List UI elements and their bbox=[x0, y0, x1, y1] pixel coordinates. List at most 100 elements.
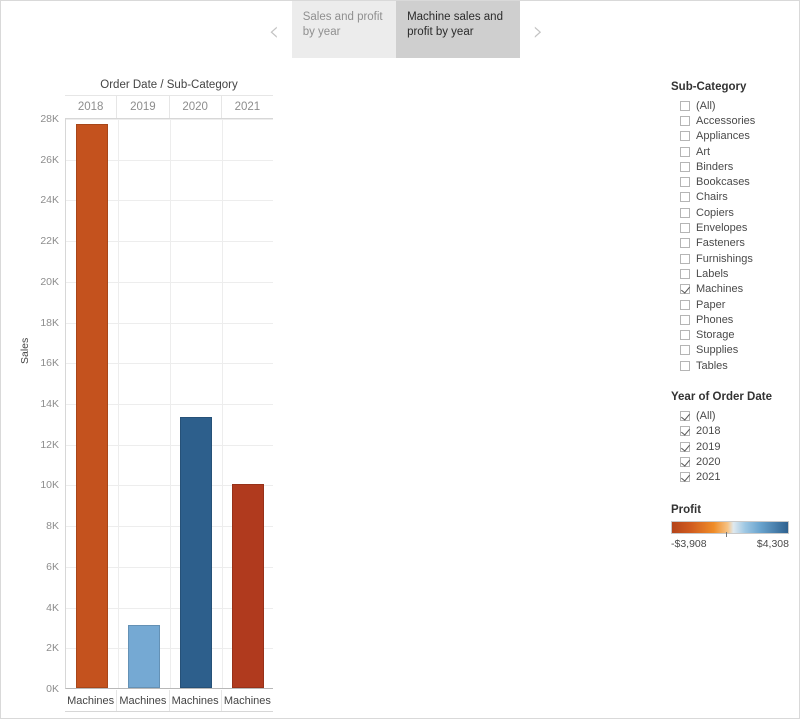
checkbox-icon[interactable] bbox=[680, 131, 690, 141]
checkbox-icon[interactable] bbox=[680, 330, 690, 340]
filter-item-label: Tables bbox=[696, 360, 728, 372]
chevron-right-icon[interactable]: › bbox=[520, 1, 556, 61]
y-axis-tick-label: 26K bbox=[40, 154, 59, 166]
year-item-2021[interactable]: 2021 bbox=[671, 470, 795, 485]
filter-item-label: 2020 bbox=[696, 456, 720, 468]
checkbox-icon[interactable] bbox=[680, 147, 690, 157]
subcategory-item-furnishings[interactable]: Furnishings bbox=[671, 251, 795, 266]
filter-item-label: 2019 bbox=[696, 441, 720, 453]
y-axis-tick-label: 6K bbox=[46, 561, 59, 573]
filter-item-label: Binders bbox=[696, 161, 733, 173]
column-header-years: 2018201920202021 bbox=[65, 96, 273, 118]
checkbox-icon[interactable] bbox=[680, 284, 690, 294]
year-item-2020[interactable]: 2020 bbox=[671, 454, 795, 469]
checkbox-icon[interactable] bbox=[680, 315, 690, 325]
bar-mark[interactable] bbox=[232, 484, 263, 688]
y-axis-tick-label: 2K bbox=[46, 642, 59, 654]
checkbox-icon[interactable] bbox=[680, 254, 690, 264]
year-item-2018[interactable]: 2018 bbox=[671, 424, 795, 439]
subcategory-item-appliances[interactable]: Appliances bbox=[671, 129, 795, 144]
profit-gradient-bar[interactable] bbox=[671, 521, 789, 534]
checkbox-icon[interactable] bbox=[680, 208, 690, 218]
subcategory-item-phones[interactable]: Phones bbox=[671, 312, 795, 327]
checkbox-icon[interactable] bbox=[680, 101, 690, 111]
filter-item-label: (All) bbox=[696, 100, 716, 112]
checkbox-icon[interactable] bbox=[680, 269, 690, 279]
bar-chart-panel: Order Date / Sub-Category 20182019202020… bbox=[21, 74, 273, 719]
gridline-vertical bbox=[170, 119, 171, 688]
profit-gradient bbox=[672, 522, 788, 533]
checkbox-icon[interactable] bbox=[680, 192, 690, 202]
subcategory-item-labels[interactable]: Labels bbox=[671, 266, 795, 281]
y-axis-tick-label: 0K bbox=[46, 683, 59, 695]
checkbox-icon[interactable] bbox=[680, 442, 690, 452]
story-tab-sales-and-profit-by-year[interactable]: Sales and profit by year bbox=[292, 1, 396, 58]
story-tab-label: Machine sales and profit by year bbox=[407, 11, 503, 38]
subcategory-item-copiers[interactable]: Copiers bbox=[671, 205, 795, 220]
subcategory-item-tables[interactable]: Tables bbox=[671, 358, 795, 373]
y-axis-tick-label: 8K bbox=[46, 520, 59, 532]
y-axis-tick-label: 12K bbox=[40, 439, 59, 451]
subcategory-item-accessories[interactable]: Accessories bbox=[671, 113, 795, 128]
subcategory-item-fasteners[interactable]: Fasteners bbox=[671, 236, 795, 251]
checkbox-icon[interactable] bbox=[680, 472, 690, 482]
y-axis-tick-label: 24K bbox=[40, 194, 59, 206]
year-filter-title: Year of Order Date bbox=[671, 391, 795, 403]
filter-item-label: Envelopes bbox=[696, 222, 747, 234]
profit-legend-min: -$3,908 bbox=[671, 538, 707, 550]
subcategory-filter-title: Sub-Category bbox=[671, 81, 795, 93]
x-axis-labels: MachinesMachinesMachinesMachines bbox=[65, 690, 273, 712]
subcategory-item-machines[interactable]: Machines bbox=[671, 282, 795, 297]
plot-area bbox=[65, 119, 273, 689]
year-filter-list: (All) 2018 2019 2020 2021 bbox=[671, 408, 795, 484]
subcategory-item-bookcases[interactable]: Bookcases bbox=[671, 174, 795, 189]
column-header-year: 2021 bbox=[221, 96, 273, 118]
subcategory-item-all[interactable]: (All) bbox=[671, 98, 795, 113]
checkbox-icon[interactable] bbox=[680, 426, 690, 436]
y-axis-tick-label: 10K bbox=[40, 479, 59, 491]
subcategory-item-art[interactable]: Art bbox=[671, 144, 795, 159]
filter-item-label: Machines bbox=[696, 283, 743, 295]
filter-item-label: Appliances bbox=[696, 130, 750, 142]
checkbox-icon[interactable] bbox=[680, 345, 690, 355]
year-item-all[interactable]: (All) bbox=[671, 408, 795, 423]
y-axis-tick-label: 18K bbox=[40, 317, 59, 329]
filter-item-label: Chairs bbox=[696, 191, 728, 203]
checkbox-icon[interactable] bbox=[680, 177, 690, 187]
checkbox-icon[interactable] bbox=[680, 223, 690, 233]
subcategory-item-supplies[interactable]: Supplies bbox=[671, 343, 795, 358]
bar-mark[interactable] bbox=[128, 625, 159, 688]
checkbox-icon[interactable] bbox=[680, 238, 690, 248]
filter-item-label: Storage bbox=[696, 329, 735, 341]
filter-item-label: Bookcases bbox=[696, 176, 750, 188]
filters-panel: Sub-Category (All) Accessories Appliances A… bbox=[671, 81, 795, 550]
subcategory-item-envelopes[interactable]: Envelopes bbox=[671, 220, 795, 235]
checkbox-icon[interactable] bbox=[680, 300, 690, 310]
filter-item-label: Accessories bbox=[696, 115, 755, 127]
y-axis-tick-label: 4K bbox=[46, 602, 59, 614]
bar-mark[interactable] bbox=[76, 124, 107, 688]
checkbox-icon[interactable] bbox=[680, 116, 690, 126]
chevron-left-icon[interactable]: ‹ bbox=[256, 1, 292, 61]
subcategory-item-chairs[interactable]: Chairs bbox=[671, 190, 795, 205]
checkbox-icon[interactable] bbox=[680, 361, 690, 371]
filter-item-label: Art bbox=[696, 146, 710, 158]
subcategory-item-storage[interactable]: Storage bbox=[671, 327, 795, 342]
x-axis-tick-label: Machines bbox=[221, 690, 273, 711]
column-header-year: 2020 bbox=[169, 96, 221, 118]
bar-mark[interactable] bbox=[180, 417, 211, 688]
story-tab-label: Sales and profit by year bbox=[303, 11, 383, 38]
year-item-2019[interactable]: 2019 bbox=[671, 439, 795, 454]
y-axis-tick-label: 28K bbox=[40, 113, 59, 125]
x-axis-tick-label: Machines bbox=[65, 690, 116, 711]
profit-legend: Profit -$3,908 $4,308 bbox=[671, 504, 795, 550]
story-tab-machine-sales-and-profit-by-year[interactable]: Machine sales and profit by year bbox=[396, 1, 520, 58]
checkbox-icon[interactable] bbox=[680, 411, 690, 421]
subcategory-item-binders[interactable]: Binders bbox=[671, 159, 795, 174]
filter-item-label: (All) bbox=[696, 410, 716, 422]
checkbox-icon[interactable] bbox=[680, 457, 690, 467]
dashboard-page: ‹ Sales and profit by year Machine sales… bbox=[0, 0, 800, 719]
subcategory-item-paper[interactable]: Paper bbox=[671, 297, 795, 312]
gridline-vertical bbox=[118, 119, 119, 688]
checkbox-icon[interactable] bbox=[680, 162, 690, 172]
